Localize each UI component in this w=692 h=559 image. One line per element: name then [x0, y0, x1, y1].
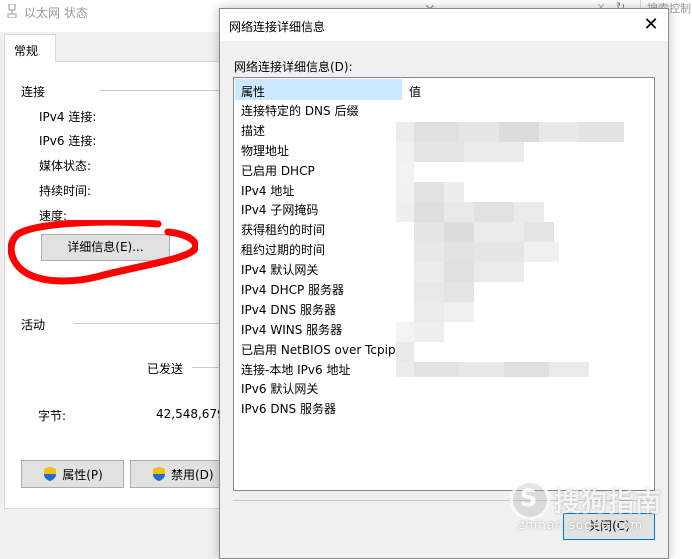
- row-property: 已启用 NetBIOS over Tcpip: [241, 342, 396, 357]
- details-list[interactable]: 属性 值 连接特定的 DNS 后缀 描述 物理地址 已启用 DHCP IPv4 …: [233, 77, 655, 491]
- close-button[interactable]: 关闭(C): [563, 513, 655, 540]
- row-property: 连接特定的 DNS 后缀: [241, 104, 359, 118]
- network-adapter-icon: [7, 4, 17, 18]
- row-property: IPv4 子网掩码: [241, 203, 319, 218]
- activity-group-divider: [74, 323, 220, 324]
- row-property: 连接-本地 IPv6 地址: [241, 362, 351, 377]
- bytes-sent-value: 42,548,679: [156, 407, 220, 421]
- column-header-property[interactable]: 属性: [235, 79, 402, 100]
- sent-divider: [192, 367, 220, 368]
- activity-group-label: 活动: [21, 318, 46, 332]
- dialog-close-icon[interactable]: ✕: [640, 14, 662, 36]
- row-property: 物理地址: [241, 143, 290, 158]
- dialog-title: 网络连接详细信息: [229, 20, 326, 34]
- row-property: 获得租约的时间: [241, 223, 326, 238]
- ipv4-connection-label: IPv4 连接:: [39, 110, 97, 124]
- red-annotation-circle: [8, 220, 198, 285]
- uac-shield-icon: [153, 467, 165, 481]
- bg-window-title: 以太网 状态: [24, 6, 88, 20]
- column-header-value[interactable]: 值: [409, 83, 421, 100]
- media-status-label: 媒体状态:: [39, 159, 92, 173]
- disable-button[interactable]: 禁用(D): [130, 460, 224, 488]
- row-property: IPv6 默认网关: [241, 382, 319, 397]
- dialog-footer-divider: [233, 500, 655, 501]
- bytes-label: 字节:: [38, 409, 67, 423]
- properties-button-label: 属性(P): [62, 467, 103, 482]
- row-property: 租约过期的时间: [241, 243, 326, 258]
- row-property: IPv4 地址: [241, 183, 295, 198]
- row-property: IPv4 WINS 服务器: [241, 322, 343, 337]
- properties-button[interactable]: 属性(P): [21, 460, 124, 488]
- disable-button-label: 禁用(D): [171, 467, 214, 482]
- list-row[interactable]: 连接特定的 DNS 后缀: [234, 99, 654, 119]
- row-property: IPv4 默认网关: [241, 263, 319, 278]
- dialog-title-bar: 网络连接详细信息 ✕: [220, 9, 668, 41]
- tab-general[interactable]: 常规: [4, 34, 56, 62]
- row-property: IPv4 DHCP 服务器: [241, 283, 345, 298]
- duration-label: 持续时间:: [39, 184, 92, 198]
- connection-group-label: 连接: [21, 85, 46, 99]
- uac-shield-icon: [44, 467, 57, 481]
- row-property: IPv6 DNS 服务器: [241, 402, 336, 417]
- redacted-values-mosaic: [396, 122, 646, 377]
- connection-group-divider: [100, 90, 220, 91]
- ipv6-connection-label: IPv6 连接:: [39, 134, 97, 148]
- row-property: IPv4 DNS 服务器: [241, 302, 336, 317]
- list-row[interactable]: IPv6 DNS 服务器: [234, 397, 654, 417]
- row-property: 已启用 DHCP: [241, 163, 315, 178]
- sent-label: 已发送: [147, 362, 184, 376]
- details-list-label: 网络连接详细信息(D):: [234, 60, 353, 74]
- network-connection-details-dialog: 网络连接详细信息 ✕ 网络连接详细信息(D): 属性 值 连接特定的 DNS 后…: [219, 8, 669, 559]
- list-row[interactable]: IPv6 默认网关: [234, 377, 654, 397]
- row-property: 描述: [241, 123, 266, 138]
